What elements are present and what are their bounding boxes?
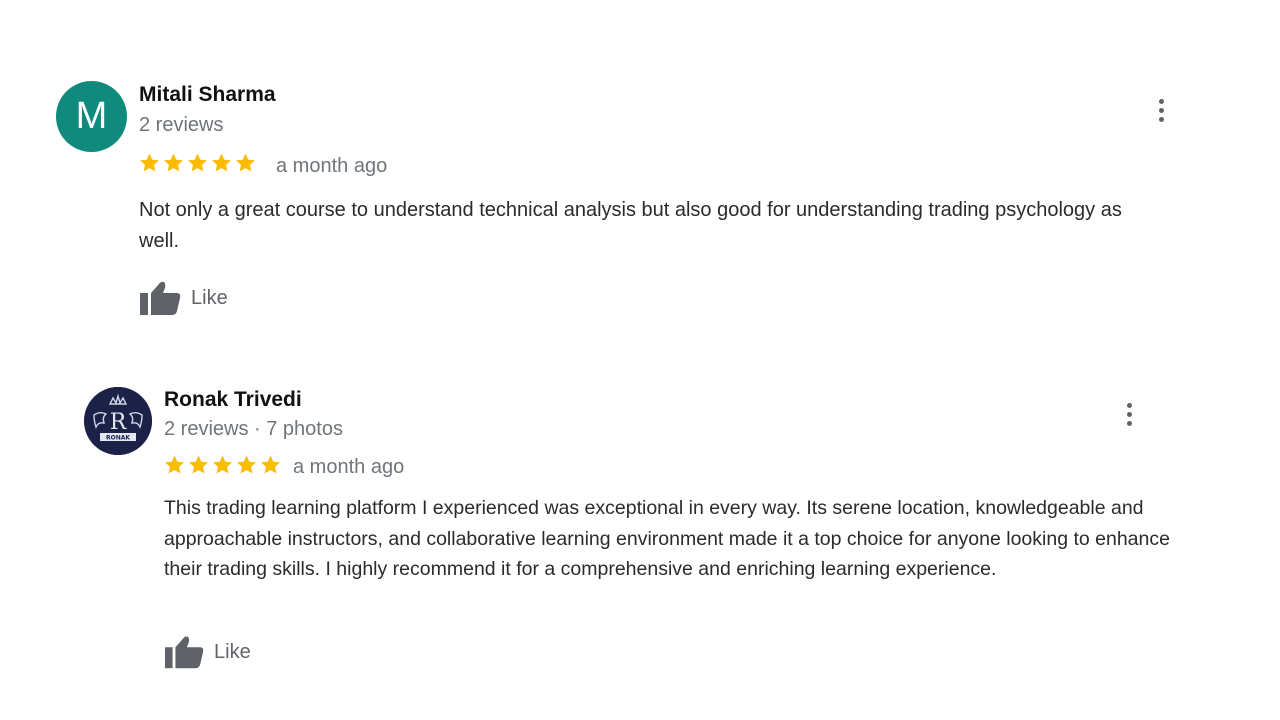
more-vert-icon xyxy=(1126,402,1132,408)
star-icon xyxy=(165,455,184,474)
more-vert-icon-dot xyxy=(1126,411,1132,417)
logo-letter: R xyxy=(110,410,128,435)
logo-text: RONAK xyxy=(106,435,130,442)
ronak-logo-icon: R RONAK xyxy=(84,387,152,455)
star-icon xyxy=(237,455,256,474)
star-icon xyxy=(189,455,208,474)
star-icon xyxy=(213,455,232,474)
thumbs-up-icon xyxy=(164,636,204,669)
review-card: R RONAK Ronak Trivedi 2 reviews · 7 phot… xyxy=(0,0,1280,720)
more-options-button[interactable] xyxy=(1117,398,1141,430)
reviewer-meta[interactable]: 2 reviews · 7 photos xyxy=(164,418,343,441)
star-rating xyxy=(163,454,282,476)
more-vert-icon-dot xyxy=(1126,420,1132,426)
like-label: Like xyxy=(214,640,251,663)
review-date: a month ago xyxy=(293,456,405,478)
like-button[interactable]: Like xyxy=(164,634,251,670)
star-icon xyxy=(261,455,280,474)
reviewer-name[interactable]: Ronak Trivedi xyxy=(164,388,302,412)
review-text: This trading learning platform I experie… xyxy=(164,497,1170,580)
avatar[interactable]: R RONAK xyxy=(84,387,152,455)
